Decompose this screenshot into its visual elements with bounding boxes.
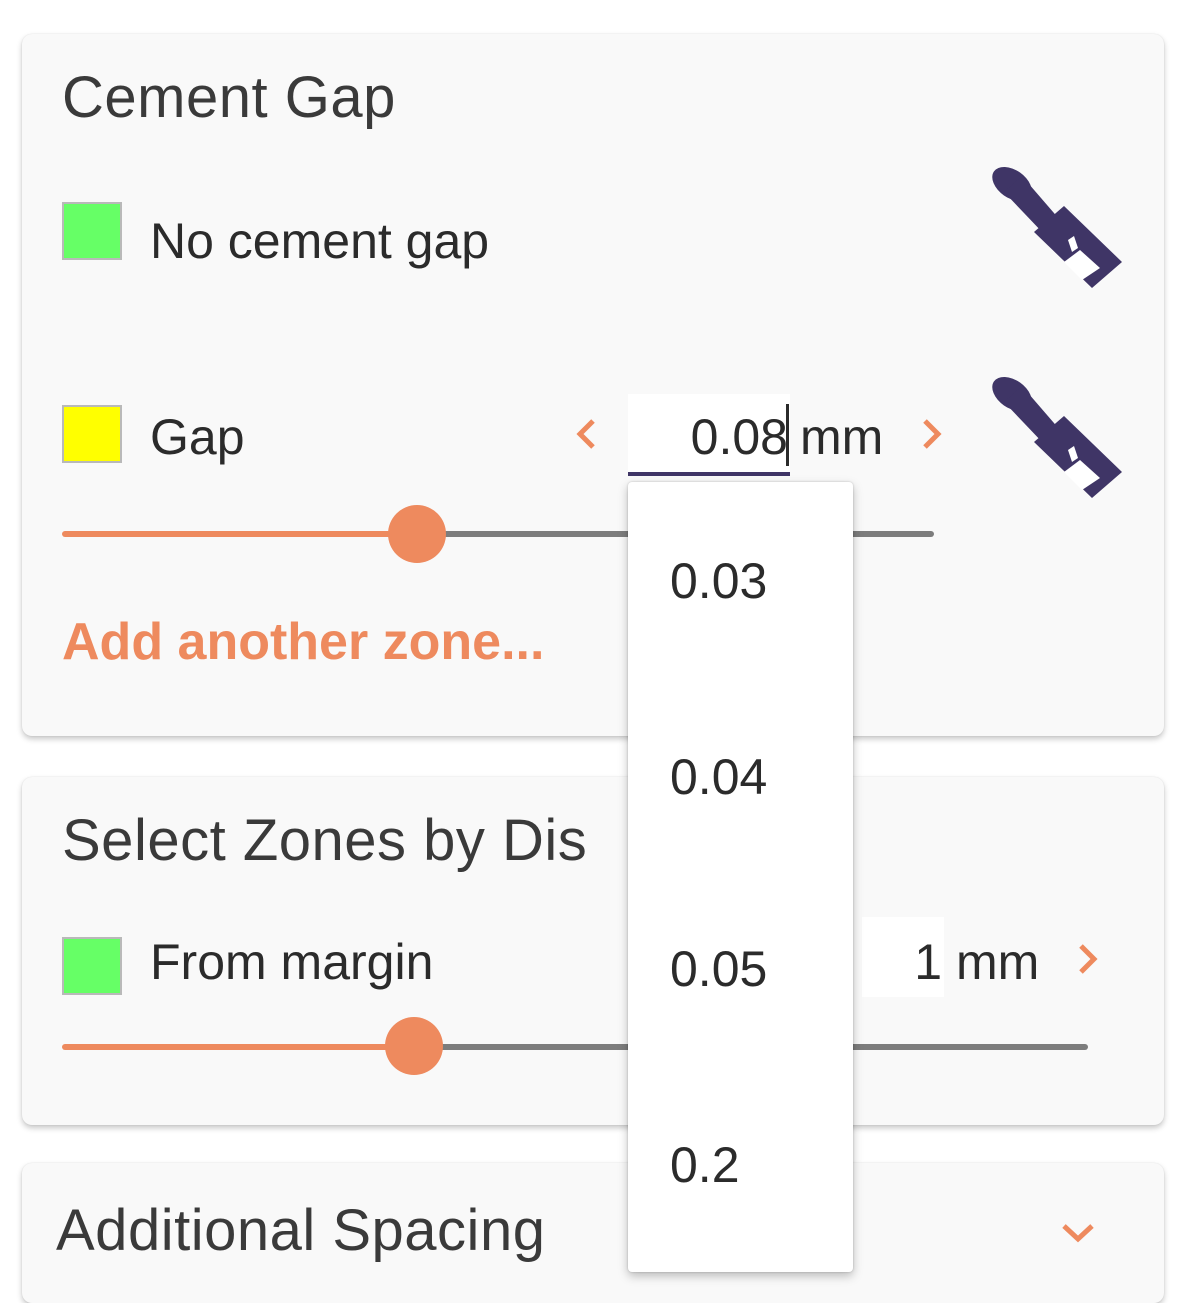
from-margin-unit: mm — [956, 934, 1040, 990]
select-zones-title: Select Zones by Dis — [62, 808, 588, 873]
dropdown-option[interactable]: 0.03 — [670, 552, 767, 610]
no-cement-gap-label: No cement gap — [150, 213, 490, 269]
no-cement-gap-swatch[interactable] — [62, 202, 122, 260]
chevron-down-icon[interactable] — [1056, 1203, 1100, 1263]
select-zones-panel: Select Zones by Dis From margin 1 mm — [22, 777, 1164, 1125]
additional-spacing-title: Additional Spacing — [56, 1198, 546, 1263]
gap-unit: mm — [800, 409, 884, 465]
gap-value-dropdown: 0.03 0.04 0.05 0.2 — [628, 482, 853, 1272]
paint-brush-icon[interactable] — [982, 162, 1122, 302]
gap-value-input[interactable]: 0.08 — [628, 394, 790, 476]
from-margin-swatch[interactable] — [62, 937, 122, 995]
dropdown-option[interactable]: 0.2 — [670, 1136, 740, 1194]
dropdown-option[interactable]: 0.04 — [670, 748, 767, 806]
gap-label: Gap — [150, 409, 245, 465]
slider-track-filled — [62, 1044, 414, 1050]
from-margin-value-input[interactable]: 1 — [862, 917, 944, 997]
add-another-zone-link[interactable]: Add another zone... — [62, 612, 544, 672]
chevron-right-icon[interactable] — [1068, 929, 1108, 989]
text-caret — [786, 404, 789, 466]
from-margin-label: From margin — [150, 934, 434, 990]
slider-thumb[interactable] — [385, 1017, 443, 1075]
cement-gap-title: Cement Gap — [62, 65, 396, 130]
slider-thumb[interactable] — [388, 505, 446, 563]
dropdown-option[interactable]: 0.05 — [670, 940, 767, 998]
paint-brush-icon[interactable] — [982, 372, 1122, 512]
chevron-left-icon[interactable] — [566, 404, 606, 464]
cement-gap-panel: Cement Gap No cement gap Gap 0.08 mm Add… — [22, 34, 1164, 736]
slider-track-filled — [62, 531, 417, 537]
additional-spacing-panel[interactable]: Additional Spacing — [22, 1163, 1164, 1303]
chevron-right-icon[interactable] — [912, 404, 952, 464]
gap-swatch[interactable] — [62, 405, 122, 463]
